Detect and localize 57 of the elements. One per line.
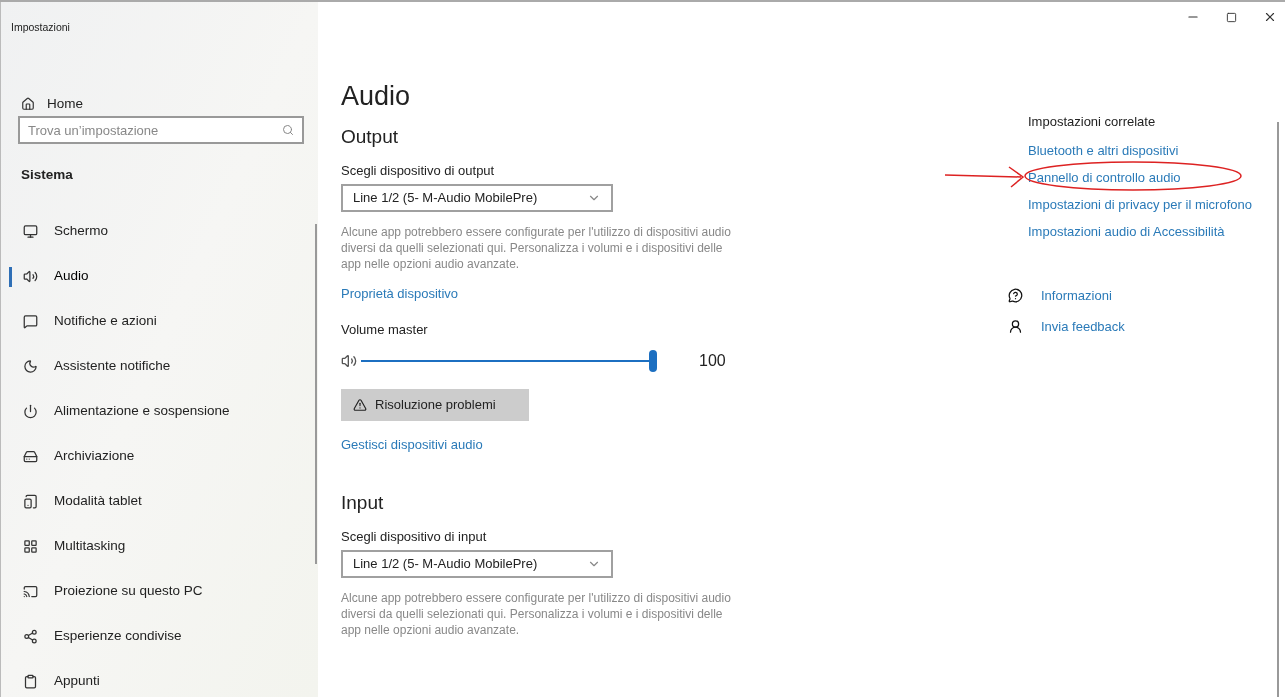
monitor-icon bbox=[23, 224, 38, 239]
drive-icon bbox=[23, 449, 38, 464]
speaker-icon bbox=[23, 269, 38, 284]
clipboard-icon bbox=[23, 674, 38, 689]
page-title: Audio bbox=[341, 80, 412, 113]
related-link[interactable]: Impostazioni di privacy per il microfono bbox=[1028, 195, 1273, 213]
power-icon bbox=[23, 404, 38, 419]
window-title: Impostazioni bbox=[11, 20, 70, 35]
field-label: Scegli dispositivo di output bbox=[341, 161, 496, 180]
related-link[interactable]: Pannello di controllo audio bbox=[1028, 168, 1273, 186]
home-link[interactable]: Home bbox=[47, 94, 83, 115]
sidebar-item[interactable]: Notifiche e azioni bbox=[1, 299, 318, 344]
sidebar-item[interactable]: Multitasking bbox=[1, 524, 318, 569]
field-label: Scegli dispositivo di input bbox=[341, 527, 488, 546]
sidebar-item[interactable]: Alimentazione e sospensione bbox=[1, 389, 318, 434]
volume-value: 100 bbox=[699, 351, 726, 371]
chat-question-icon bbox=[1008, 287, 1023, 303]
related-link[interactable]: Impostazioni audio di Accessibilità bbox=[1028, 222, 1273, 240]
section-heading: Input bbox=[341, 490, 385, 515]
description-text: Alcune app potrebbero essere configurate per l'utilizzo di dispositivi audio diversi da quelli selezionati qui. Personalizza i volumi e i dispositivi delle app nelle opzioni audio avanzate. bbox=[341, 224, 731, 272]
sidebar-item[interactable]: Archiviazione bbox=[1, 434, 318, 479]
description-text: Alcune app potrebbero essere configurate per l'utilizzo di dispositivi audio diversi da quelli selezionati qui. Personalizza i volumi e i dispositivi delle app nelle opzioni audio avanzate. bbox=[341, 590, 731, 638]
help-link[interactable]: Invia feedback bbox=[1041, 317, 1125, 337]
grid-icon bbox=[23, 539, 38, 554]
search-icon bbox=[282, 124, 294, 136]
speaker-icon bbox=[341, 353, 357, 369]
help-link[interactable]: Informazioni bbox=[1041, 285, 1112, 305]
maximize-icon[interactable] bbox=[1226, 11, 1237, 23]
section-title: Sistema bbox=[21, 166, 73, 184]
device-properties-link[interactable]: Proprietà dispositivo bbox=[341, 284, 981, 304]
warning-icon bbox=[353, 398, 367, 412]
sidebar-item[interactable]: Esperienze condivise bbox=[1, 614, 318, 659]
sidebar-item[interactable]: Modalità tablet bbox=[1, 479, 318, 524]
search-field[interactable]: Trova un’impostazione bbox=[18, 116, 304, 144]
projection-icon bbox=[23, 584, 38, 599]
volume-slider[interactable] bbox=[361, 349, 657, 373]
troubleshoot-button[interactable]: Risoluzione problemi bbox=[341, 389, 529, 421]
device-dropdown[interactable]: Line 1/2 (5- M-Audio MobilePre) bbox=[341, 550, 613, 578]
device-dropdown[interactable]: Line 1/2 (5- M-Audio MobilePre) bbox=[341, 184, 613, 212]
sidebar-item[interactable]: Proiezione su questo PC bbox=[1, 569, 318, 614]
tablet-icon bbox=[23, 494, 38, 509]
section-heading: Output bbox=[341, 124, 400, 149]
sidebar-item[interactable]: Audio bbox=[1, 254, 318, 299]
manage-devices-link[interactable]: Gestisci dispositivi audio bbox=[341, 435, 981, 455]
sidebar-item[interactable]: Schermo bbox=[1, 209, 318, 254]
person-icon bbox=[1008, 319, 1023, 335]
home-icon bbox=[21, 97, 35, 112]
sidebar-item[interactable]: Assistente notifiche bbox=[1, 344, 318, 389]
sidebar-item[interactable]: Appunti bbox=[1, 659, 318, 697]
related-settings-title: Impostazioni correlate bbox=[1028, 113, 1157, 131]
close-icon[interactable] bbox=[1263, 10, 1277, 24]
related-link[interactable]: Bluetooth e altri dispositivi bbox=[1028, 141, 1273, 159]
moon-icon bbox=[23, 359, 38, 374]
share-icon bbox=[23, 629, 38, 644]
slider-thumb[interactable] bbox=[649, 350, 657, 372]
message-icon bbox=[23, 314, 38, 329]
volume-label: Volume master bbox=[341, 320, 429, 339]
